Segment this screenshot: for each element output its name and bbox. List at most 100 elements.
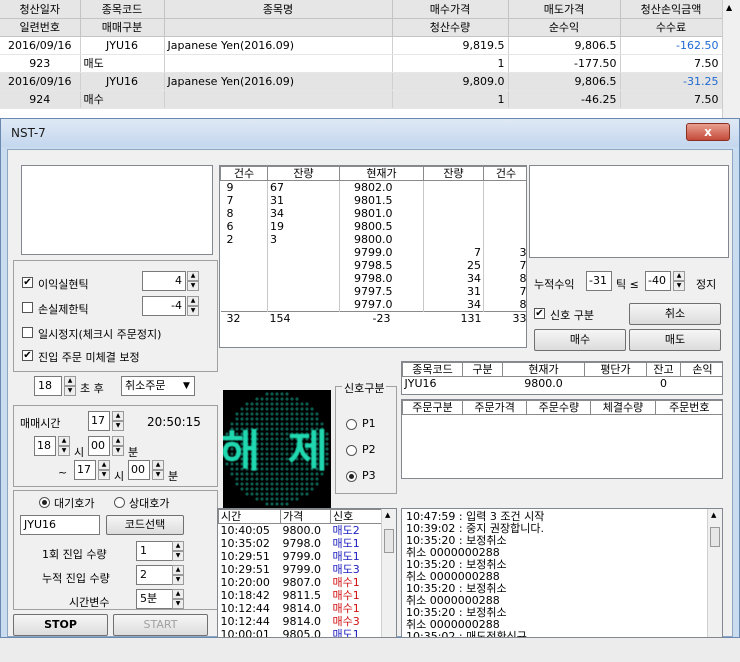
spin-down-icon[interactable]: ▼ <box>152 470 164 480</box>
orderbook-row[interactable]: 8 34 9801.0 <box>220 207 527 220</box>
p1-radio[interactable] <box>346 419 357 430</box>
signal-row[interactable]: 10:20:00 9807.0 매수1 <box>219 576 383 589</box>
spin-up-icon[interactable]: ▲ <box>172 565 184 575</box>
led-dot <box>290 497 294 501</box>
led-dot <box>305 417 309 421</box>
spin-up-icon[interactable]: ▲ <box>172 541 184 551</box>
spin-down-icon[interactable]: ▼ <box>673 281 685 291</box>
p2-radio[interactable] <box>346 445 357 456</box>
spin-up-icon[interactable]: ▲ <box>112 411 124 421</box>
tick-input[interactable]: -40 <box>645 271 671 291</box>
orderbook-row[interactable]: 9798.0 34 8 <box>220 272 526 285</box>
led-dot <box>300 412 304 416</box>
orderbook-row[interactable]: 7 31 9801.5 <box>220 194 527 207</box>
profit-track-input[interactable]: 4 <box>142 271 186 291</box>
signal-row[interactable]: 10:40:05 9800.0 매도2 <box>219 524 383 538</box>
close-button[interactable]: x <box>686 123 730 141</box>
spin-up-icon[interactable]: ▲ <box>172 589 184 599</box>
spin-up-icon[interactable]: ▲ <box>112 436 124 446</box>
spin-down-icon[interactable]: ▼ <box>187 306 199 316</box>
entry-fix-seconds-input[interactable]: 18 <box>34 376 62 396</box>
code-input[interactable]: JYU16 <box>20 515 100 535</box>
signal-row[interactable]: 10:12:44 9814.0 매수1 <box>219 602 383 615</box>
sell-button[interactable]: 매도 <box>629 329 721 351</box>
orderbook-row[interactable]: 6 19 9800.5 <box>220 220 527 233</box>
spin-up-icon[interactable]: ▲ <box>98 460 110 470</box>
wait-price-radio[interactable] <box>39 497 50 508</box>
led-dot <box>300 482 304 486</box>
signal-row[interactable]: 10:12:44 9814.0 매수3 <box>219 615 383 628</box>
spin-down-icon[interactable]: ▼ <box>172 599 184 609</box>
stop-button[interactable]: STOP <box>13 614 108 636</box>
signal-row[interactable]: 10:18:42 9811.5 매수1 <box>219 589 383 602</box>
spin-down-icon[interactable]: ▼ <box>172 551 184 561</box>
spin-up-icon[interactable]: ▲ <box>673 271 685 281</box>
scroll-thumb[interactable] <box>384 529 394 553</box>
spin-down-icon[interactable]: ▼ <box>58 446 70 456</box>
table-row[interactable]: 923 매도 1 -177.50 7.50 <box>0 54 723 73</box>
scroll-up-icon[interactable]: ▲ <box>385 511 390 519</box>
signal-row[interactable]: 10:35:02 9798.0 매도1 <box>219 537 383 550</box>
code-select-button[interactable]: 코드선택 <box>106 515 184 535</box>
signal-row[interactable]: 10:29:51 9799.0 매도1 <box>219 550 383 563</box>
spin-down-icon[interactable]: ▼ <box>98 470 110 480</box>
title-bar[interactable]: NST-7 x <box>1 119 739 147</box>
signals-scrollbar[interactable]: ▲ <box>381 509 396 637</box>
spin-down-icon[interactable]: ▼ <box>112 421 124 431</box>
loss-track-checkbox[interactable] <box>22 302 33 313</box>
start-hour-input[interactable]: 18 <box>34 436 56 456</box>
spin-down-icon[interactable]: ▼ <box>112 446 124 456</box>
entry-qty-input[interactable]: 1 <box>136 541 174 561</box>
cell: 매수 <box>80 90 165 109</box>
start-minute-input[interactable]: 00 <box>88 436 110 456</box>
spin-down-icon[interactable]: ▼ <box>64 386 76 396</box>
time-var-input[interactable]: 5분 <box>136 589 174 609</box>
table-scrollbar[interactable]: ▲ <box>722 0 740 118</box>
cum-profit-input[interactable]: -31 <box>586 271 612 291</box>
spin-down-icon[interactable]: ▼ <box>187 281 199 291</box>
col-header: 일련번호 <box>0 18 81 37</box>
end-minute-input[interactable]: 00 <box>128 460 150 480</box>
spin-up-icon[interactable]: ▲ <box>152 460 164 470</box>
spin-up-icon[interactable]: ▲ <box>187 296 199 306</box>
spin-down-icon[interactable]: ▼ <box>172 575 184 585</box>
orderbook-row[interactable]: 9799.0 7 3 <box>220 246 526 259</box>
orderbook-row[interactable]: 9 67 9802.0 <box>220 180 527 194</box>
orderbook-row[interactable]: 2 3 9800.0 <box>220 233 527 246</box>
position-row[interactable]: JYU16 9800.0 0 <box>403 377 723 391</box>
buy-button[interactable]: 매수 <box>534 329 626 351</box>
signal-row[interactable]: 10:00:01 9805.0 매도1 <box>219 628 383 637</box>
scroll-thumb[interactable] <box>710 527 720 547</box>
scroll-up-icon[interactable]: ▲ <box>711 511 716 519</box>
opposite-price-radio[interactable] <box>114 497 125 508</box>
spin-up-icon[interactable]: ▲ <box>64 376 76 386</box>
pause-checkbox[interactable] <box>22 327 33 338</box>
signal-row[interactable]: 10:29:51 9799.0 매도3 <box>219 563 383 576</box>
profit-track-checkbox[interactable]: ✔ <box>22 277 33 288</box>
log-scrollbar[interactable]: ▲ <box>707 509 722 637</box>
scroll-up-icon[interactable]: ▲ <box>726 3 732 12</box>
signal-split-checkbox[interactable]: ✔ <box>534 308 545 319</box>
entry-fix-checkbox[interactable]: ✔ <box>22 350 33 361</box>
led-dot <box>250 402 254 406</box>
led-dot <box>280 492 284 496</box>
table-row[interactable]: 924 매수 1 -46.25 7.50 <box>0 90 723 109</box>
chevron-down-icon[interactable]: ▼ <box>183 381 190 391</box>
spin-up-icon[interactable]: ▲ <box>58 436 70 446</box>
table-row[interactable]: 2016/09/16 JYU16 Japanese Yen(2016.09) 9… <box>0 72 723 91</box>
trade-hour-input[interactable]: 17 <box>88 411 110 431</box>
cell: 19 <box>267 220 340 233</box>
table-row[interactable]: 2016/09/16 JYU16 Japanese Yen(2016.09) 9… <box>0 36 723 55</box>
orderbook-row[interactable]: 9797.0 34 8 <box>220 298 526 312</box>
spin-up-icon[interactable]: ▲ <box>187 271 199 281</box>
orderbook-row[interactable]: 9797.5 31 7 <box>220 285 526 298</box>
cum-qty-input[interactable]: 2 <box>136 565 174 585</box>
orderbook-row[interactable]: 9798.5 25 7 <box>220 259 526 272</box>
cell: 매수1 <box>332 589 360 602</box>
start-button[interactable]: START <box>113 614 208 636</box>
led-dot <box>275 397 279 401</box>
cancel-button[interactable]: 취소 <box>629 303 721 325</box>
p3-radio[interactable] <box>346 471 357 482</box>
end-hour-input[interactable]: 17 <box>74 460 96 480</box>
loss-track-input[interactable]: -4 <box>142 296 186 316</box>
